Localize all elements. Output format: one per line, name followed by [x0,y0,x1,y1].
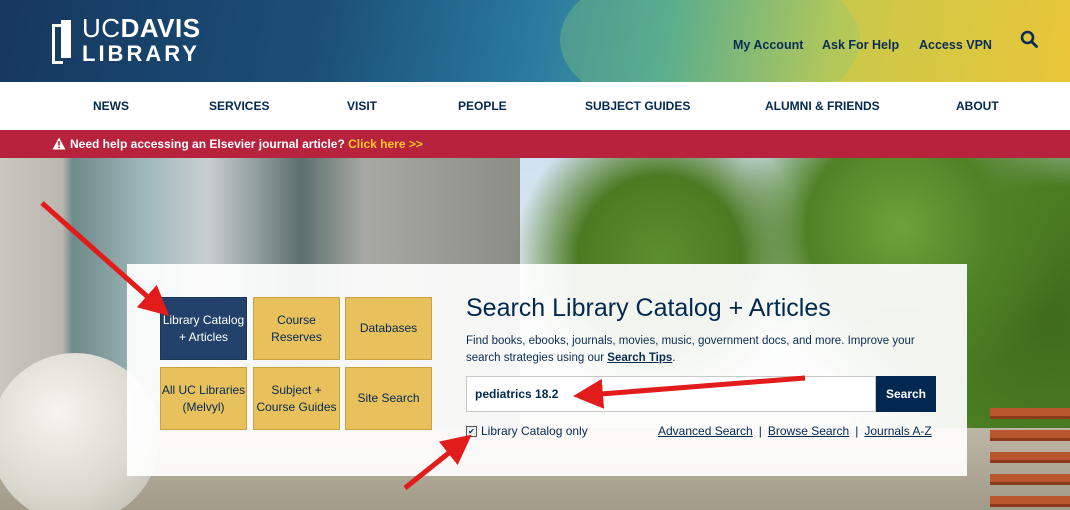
access-vpn-link[interactable]: Access VPN [919,38,992,52]
nav-item-news[interactable]: NEWS [93,99,129,113]
tab-library-catalog-articles[interactable]: Library Catalog + Articles [160,297,247,360]
tab-databases[interactable]: Databases [345,297,432,360]
main-nav: NEWS SERVICES VISIT PEOPLE SUBJECT GUIDE… [0,82,1070,130]
checkbox-label: Library Catalog only [481,424,588,438]
tab-all-uc-libraries[interactable]: All UC Libraries (Melvyl) [160,367,247,430]
alert-text: Need help accessing an Elsevier journal … [70,137,345,151]
logo-uc: UC [82,13,121,43]
search-description: Find books, ebooks, journals, movies, mu… [466,335,915,365]
logo-davis: DAVIS [120,13,201,43]
library-logo-icon [52,20,74,64]
checkbox-checked-icon: ✔ [466,425,477,437]
library-catalog-only-checkbox[interactable]: ✔ Library Catalog only [466,424,588,438]
nav-item-services[interactable]: SERVICES [209,99,269,113]
ask-for-help-link[interactable]: Ask For Help [822,38,899,52]
warning-icon [52,137,66,150]
benches-photo [990,408,1070,510]
alert-click-here-link[interactable]: Click here >> [348,137,423,151]
search-button[interactable]: Search [876,376,936,412]
search-links: Advanced Search | Browse Search | Journals A… [658,424,932,438]
tab-subject-course-guides[interactable]: Subject + Course Guides [253,367,340,430]
my-account-link[interactable]: My Account [733,38,803,52]
nav-item-alumni-friends[interactable]: ALUMNI & FRIENDS [765,99,880,113]
nav-item-people[interactable]: PEOPLE [458,99,507,113]
site-header: UCDAVIS LIBRARY My Account Ask For Help … [0,0,1070,120]
search-icon[interactable] [1020,30,1038,48]
journals-a-z-link[interactable]: Journals A-Z [864,424,931,438]
search-tips-link[interactable]: Search Tips [607,352,672,364]
tab-site-search[interactable]: Site Search [345,367,432,430]
tab-course-reserves[interactable]: Course Reserves [253,297,340,360]
nav-item-subject-guides[interactable]: SUBJECT GUIDES [585,99,690,113]
logo-library: LIBRARY [82,41,200,66]
ucdavis-library-logo[interactable]: UCDAVIS LIBRARY [52,10,201,70]
browse-search-link[interactable]: Browse Search [768,424,849,438]
search-title: Search Library Catalog + Articles [466,294,831,322]
advanced-search-link[interactable]: Advanced Search [658,424,753,438]
alert-banner: Need help accessing an Elsevier journal … [0,130,1070,158]
nav-item-about[interactable]: ABOUT [956,99,999,113]
nav-item-visit[interactable]: VISIT [347,99,377,113]
search-input[interactable] [466,376,876,412]
